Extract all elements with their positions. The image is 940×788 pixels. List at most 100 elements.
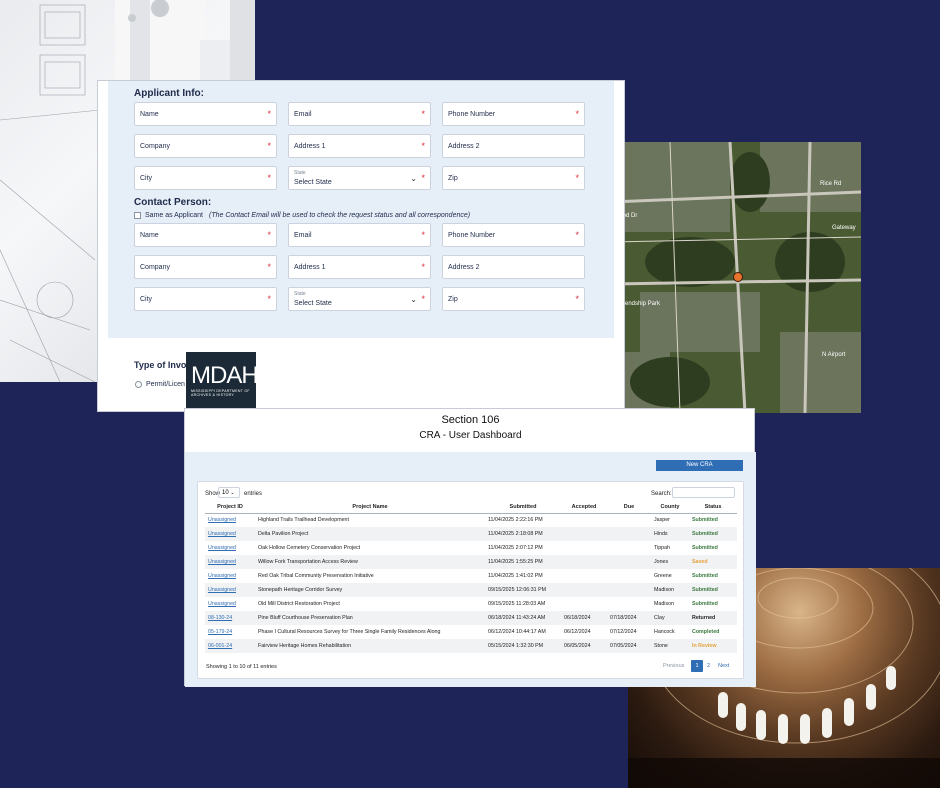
location-marker — [733, 272, 743, 282]
field-label: State — [294, 170, 306, 176]
logo-subtitle: MISSISSIPPI DEPARTMENT OF ARCHIVES & HIS… — [191, 389, 250, 397]
cell-project-id[interactable]: Unassigned — [205, 527, 255, 541]
cell-project-id[interactable]: Unassigned — [205, 569, 255, 583]
required-mark: * — [267, 141, 271, 151]
cell-submitted: 09/15/2025 12:06:31 PM — [485, 583, 561, 597]
cell-due — [607, 513, 651, 527]
applicant-form-card: Applicant Info: Name * Email * Phone Numbe… — [97, 80, 625, 412]
contact-company-field[interactable]: Company * — [134, 255, 277, 279]
cell-project-id[interactable]: Unassigned — [205, 597, 255, 611]
cell-submitted: 06/18/2024 11:43:24 AM — [485, 611, 561, 625]
chevron-down-icon: ⌄ — [230, 490, 235, 496]
required-mark: * — [421, 262, 425, 272]
same-as-applicant-checkbox[interactable] — [134, 212, 141, 219]
col-accepted[interactable]: Accepted — [561, 502, 607, 514]
satellite-map: Rice Rd Gateway N Airport Friendship Par… — [610, 142, 861, 413]
col-project-id[interactable]: Project ID — [205, 502, 255, 514]
applicant-phone-field[interactable]: Phone Number * — [442, 102, 585, 126]
pagination-next[interactable]: Next — [718, 660, 729, 672]
cell-county: Hinds — [651, 527, 689, 541]
cell-status: Submitted — [689, 583, 737, 597]
contact-email-field[interactable]: Email * — [288, 223, 431, 247]
table-info: Showing 1 to 10 of 11 entries — [206, 664, 277, 670]
cell-project-id[interactable]: Unassigned — [205, 555, 255, 569]
table-row: Unassigned Delta Pavilion Project 11/04/20… — [205, 527, 737, 541]
entries-select[interactable]: 10 ⌄ — [218, 487, 240, 498]
applicant-company-field[interactable]: Company * — [134, 134, 277, 158]
cell-project-name: Highland Trails Trailhead Development — [258, 517, 349, 524]
table-row: 06-001-24 Fairview Heritage Homes Rehabil… — [205, 639, 737, 653]
required-mark: * — [421, 109, 425, 119]
permit-radio[interactable] — [135, 381, 142, 388]
contact-address2-field[interactable]: Address 2 — [442, 255, 585, 279]
table-row: Unassigned Red Oak Tribal Community Prese… — [205, 569, 737, 583]
cell-submitted: 11/04/2025 1:55:25 PM — [485, 555, 561, 569]
cell-due — [607, 583, 651, 597]
projects-table: Project ID Project Name Submitted Accept… — [205, 502, 737, 653]
contact-address1-field[interactable]: Address 1 * — [288, 255, 431, 279]
cell-project-id[interactable]: Unassigned — [205, 541, 255, 555]
cell-project-id[interactable]: Unassigned — [205, 583, 255, 597]
cell-project-name: Old Mill District Restoration Project — [258, 601, 340, 607]
required-mark: * — [575, 173, 579, 183]
cell-status: Returned — [689, 611, 737, 625]
cell-project-id[interactable]: 05-179-24 — [205, 625, 255, 639]
col-status[interactable]: Status — [689, 502, 737, 514]
cell-submitted: 11/04/2025 2:22:16 PM — [488, 517, 543, 524]
field-label: Email — [294, 111, 312, 118]
required-mark: * — [267, 173, 271, 183]
cell-accepted — [561, 527, 607, 541]
permit-option-label: Permit/Licen — [146, 381, 185, 388]
field-label: Company — [140, 143, 170, 150]
col-due[interactable]: Due — [607, 502, 651, 514]
applicant-email-field[interactable]: Email * — [288, 102, 431, 126]
same-as-applicant-label: Same as Applicant — [145, 212, 203, 219]
cell-project-id[interactable]: 06-001-24 — [205, 639, 255, 653]
applicant-zip-field[interactable]: Zip * — [442, 166, 585, 190]
cell-accepted — [561, 555, 607, 569]
cell-due — [607, 541, 651, 555]
col-county[interactable]: County — [651, 502, 689, 514]
contact-email-note: (The Contact Email will be used to check… — [209, 212, 471, 219]
field-label: City — [140, 296, 153, 303]
cell-due: 07/18/2024 — [607, 611, 651, 625]
cell-county: Clay — [651, 611, 689, 625]
cell-project-id[interactable]: 08-130-24 — [205, 611, 255, 625]
pagination-page-2[interactable]: 2 — [707, 660, 710, 672]
search-input[interactable] — [672, 487, 735, 498]
cell-project-id[interactable]: Unassigned — [205, 513, 255, 527]
col-submitted[interactable]: Submitted — [485, 502, 561, 514]
cell-county: Hancock — [654, 629, 675, 635]
involvement-title: Type of Invol — [134, 360, 189, 370]
applicant-address2-field[interactable]: Address 2 — [442, 134, 585, 158]
cell-status: Submitted — [692, 601, 718, 607]
contact-state-select[interactable]: State Select State ⌄ * — [288, 287, 431, 311]
pagination-page-1[interactable]: 1 — [691, 660, 703, 672]
cell-county: Tippah — [654, 545, 670, 551]
field-label: Zip — [448, 175, 458, 182]
applicant-name-field[interactable]: Name * — [134, 102, 277, 126]
required-mark: * — [575, 294, 579, 304]
contact-name-field[interactable]: Name * — [134, 223, 277, 247]
new-cra-button[interactable]: New CRA — [656, 460, 743, 471]
field-label: Name — [140, 111, 159, 118]
contact-person-title: Contact Person: — [134, 197, 212, 208]
cell-project-name: Willow Fork Transportation Access Review — [255, 555, 485, 569]
cell-project-name: Phase I Cultural Resources Survey for Th… — [258, 629, 441, 635]
field-label: Phone Number — [448, 111, 496, 118]
applicant-state-select[interactable]: State Select State ⌄ * — [288, 166, 431, 190]
contact-zip-field[interactable]: Zip * — [442, 287, 585, 311]
contact-city-field[interactable]: City * — [134, 287, 277, 311]
pagination-previous[interactable]: Previous — [663, 660, 684, 672]
cell-status: In Review — [689, 639, 737, 653]
applicant-address1-field[interactable]: Address 1 * — [288, 134, 431, 158]
col-project-name[interactable]: Project Name — [255, 502, 485, 514]
cell-due — [607, 569, 651, 583]
contact-phone-field[interactable]: Phone Number * — [442, 223, 585, 247]
cra-dashboard-card: Section 106 CRA - User Dashboard New CRA… — [184, 408, 756, 687]
field-label: Name — [140, 232, 159, 239]
cell-project-name: Delta Pavilion Project — [255, 527, 485, 541]
cell-project-name: Red Oak Tribal Community Preservation In… — [258, 573, 374, 579]
applicant-city-field[interactable]: City * — [134, 166, 277, 190]
cell-accepted: 06/12/2024 — [564, 629, 591, 635]
